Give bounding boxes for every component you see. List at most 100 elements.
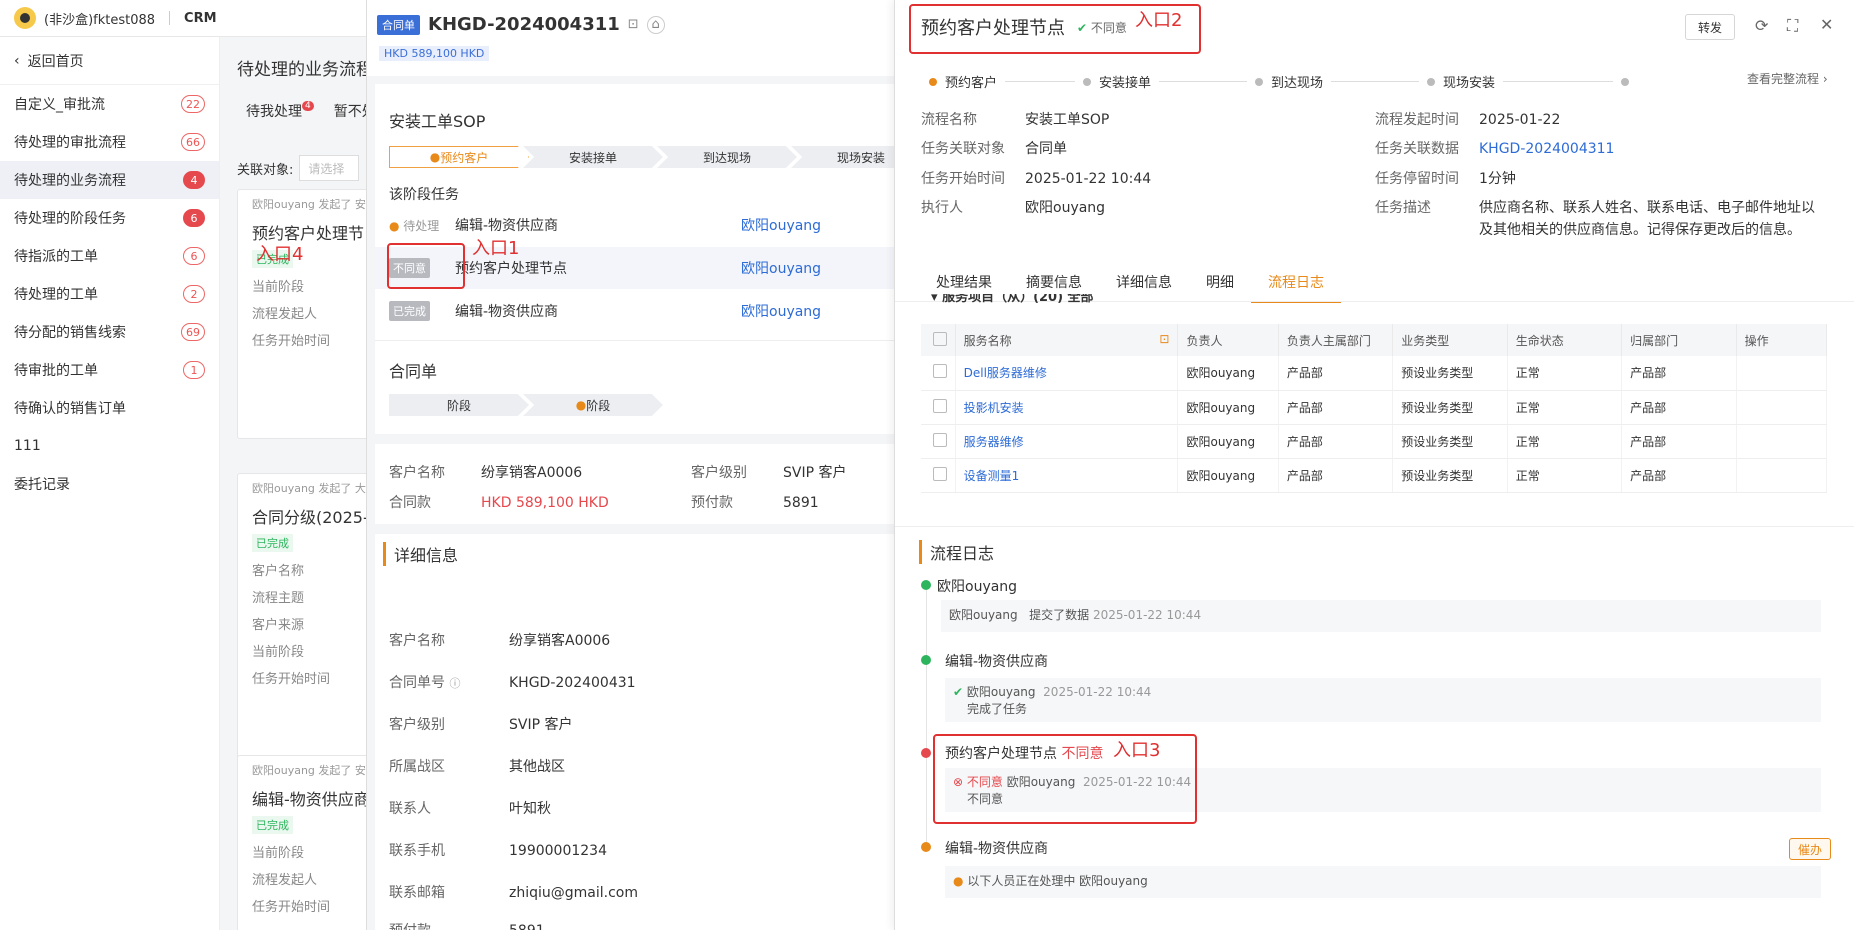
tab-items[interactable]: 明细 (1189, 265, 1251, 303)
divider (169, 11, 171, 25)
row-actions[interactable] (1736, 356, 1828, 391)
info-field: 客户级别 SVIP 客户 (691, 465, 847, 481)
sidebar-item[interactable]: 自定义_审批流 22 (0, 85, 219, 123)
table-cell: 产品部 (1278, 458, 1394, 493)
col-header[interactable]: 负责人 (1177, 324, 1279, 356)
table-cell: 产品部 (1621, 424, 1737, 459)
row-checkbox[interactable] (921, 458, 956, 493)
task-list-pane: 待处理的业务流程 待我处理 4 暂不处 关联对象: 请选择 欧阳ouyang 发起… (221, 37, 397, 930)
col-header[interactable]: 归属部门 (1621, 324, 1737, 356)
sidebar-item[interactable]: 委托记录 (0, 465, 219, 503)
sidebar-item-label: 待处理的业务流程 (14, 173, 126, 189)
table-cell: 正常 (1507, 424, 1623, 459)
row-actions[interactable] (1736, 458, 1828, 493)
row-checkbox[interactable] (921, 390, 956, 425)
node-field: 任务关联对象 合同单 (921, 141, 1067, 157)
back-home-link[interactable]: ‹ 返回首页 (0, 37, 219, 85)
annotation-entry-4: 入口4 (256, 244, 304, 265)
table-cell: 产品部 (1278, 390, 1394, 425)
col-header[interactable]: 服务名称 ⊡ (955, 324, 1179, 356)
tag-icon[interactable]: ⌂ (646, 15, 665, 34)
step-current[interactable]: ● 预约客户 (389, 146, 529, 168)
step-item[interactable]: 到达现场 (657, 146, 797, 168)
service-name-link[interactable]: Dell服务器维修 (955, 356, 1179, 391)
service-name-link[interactable]: 设备测量1 (955, 458, 1179, 493)
app-name[interactable]: CRM (184, 11, 217, 26)
col-header[interactable]: 负责人主属部门 (1278, 324, 1394, 356)
sidebar-item[interactable]: 待确认的销售订单 (0, 389, 219, 427)
row-actions[interactable] (1736, 424, 1828, 459)
sidebar-item[interactable]: 111 (0, 427, 219, 465)
tab-flow-log[interactable]: 流程日志 (1251, 265, 1341, 303)
step-item[interactable]: 安装接单 (523, 146, 663, 168)
sidebar-item[interactable]: 待处理的阶段任务 6 (0, 199, 219, 237)
service-items-table: 服务名称 ⊡ 负责人 负责人主属部门 业务类型 生命状态 归属部门 操作 Del… (921, 324, 1828, 493)
lock-icon[interactable]: ⊡ (628, 17, 639, 32)
reject-icon (921, 748, 931, 758)
detail-section: 详细信息 客户名称 纷享销客A0006 合同单号 ⓘ KHGD-202400431 … (375, 534, 895, 930)
task-owner-link[interactable]: 欧阳ouyang (741, 258, 821, 278)
log-node-title: 欧阳ouyang (937, 579, 1018, 595)
forward-button[interactable]: 转发 (1685, 14, 1735, 40)
table-row[interactable]: 服务器维修 欧阳ouyang 产品部 预设业务类型 正常 产品部 (921, 424, 1828, 459)
progress-dot (1255, 77, 1264, 86)
sidebar-item[interactable]: 待处理的审批流程 66 (0, 123, 219, 161)
node-field: 及其他相关的供应商信息。记得保存更改后的信息。 (1479, 222, 1801, 238)
detail-field: 联系手机 19900001234 (389, 843, 607, 859)
urge-button[interactable]: 催办 (1789, 838, 1831, 860)
contract-panel: 合同单 KHGD-2024004311 ⊡ ⌂ HKD 589,100 HKD … (366, 0, 931, 930)
progress-step[interactable]: 现场安装 (1443, 72, 1495, 91)
sidebar-item-label: 待处理的阶段任务 (14, 211, 126, 227)
count-badge: 69 (181, 323, 205, 341)
subsection-title: ▾ 服务项目（从）(20) 全部 (931, 294, 1094, 305)
row-actions[interactable] (1736, 390, 1828, 425)
col-header: 操作 (1736, 324, 1828, 356)
progress-step[interactable]: 安装接单 (1099, 72, 1151, 91)
related-data-link[interactable]: KHGD-2024004311 (1479, 141, 1614, 157)
task-row[interactable]: 已完成 编辑-物资供应商 欧阳ouyang (375, 290, 895, 332)
sidebar-item[interactable]: 待审批的工单 1 (0, 351, 219, 389)
step-item[interactable]: ● 阶段 (523, 394, 663, 416)
filter-select[interactable]: 请选择 (299, 155, 360, 181)
refresh-icon[interactable]: ⟳ (1755, 16, 1768, 35)
service-name-link[interactable]: 服务器维修 (955, 424, 1179, 459)
tab-my-tasks[interactable]: 待我处理 4 (246, 101, 314, 121)
table-cell: 欧阳ouyang (1177, 390, 1279, 425)
annotation-box-1 (387, 243, 465, 289)
progress-step[interactable]: 预约客户 (945, 72, 997, 91)
org-name[interactable]: (非沙盒)fktest088 (44, 9, 155, 28)
sidebar-item[interactable]: 待处理的业务流程 4 (0, 161, 219, 199)
node-field: 流程发起时间 2025-01-22 (1375, 112, 1561, 128)
row-checkbox[interactable] (921, 424, 956, 459)
full-flow-link[interactable]: 查看完整流程 › (1747, 70, 1828, 87)
detail-title: 详细信息 (383, 542, 458, 566)
close-icon[interactable]: ✕ (1820, 15, 1833, 34)
status-badge: 已完成 (252, 534, 293, 552)
task-owner-link[interactable]: 欧阳ouyang (741, 301, 821, 321)
help-icon: ⓘ (449, 677, 461, 690)
task-owner-link[interactable]: 欧阳ouyang (741, 215, 821, 235)
task-row[interactable]: ● 待处理 编辑-物资供应商 欧阳ouyang (375, 204, 895, 246)
divider (375, 340, 895, 341)
contract-stepbar: 阶段 ● 阶段 (389, 394, 663, 416)
tab-detail[interactable]: 详细信息 (1099, 265, 1189, 303)
sidebar-item[interactable]: 待处理的工单 2 (0, 275, 219, 313)
progress-dot (1427, 77, 1436, 86)
table-row[interactable]: Dell服务器维修 欧阳ouyang 产品部 预设业务类型 正常 产品部 (921, 356, 1828, 391)
step-item[interactable]: 阶段 (389, 394, 529, 416)
col-header[interactable]: 生命状态 (1507, 324, 1623, 356)
table-row[interactable]: 设备测量1 欧阳ouyang 产品部 预设业务类型 正常 产品部 (921, 458, 1828, 493)
table-row[interactable]: 投影机安装 欧阳ouyang 产品部 预设业务类型 正常 产品部 (921, 390, 1828, 425)
select-all-checkbox[interactable] (921, 324, 956, 356)
fullscreen-icon[interactable]: ⛶ (1787, 16, 1798, 36)
service-name-link[interactable]: 投影机安装 (955, 390, 1179, 425)
progress-step[interactable]: 到达现场 (1271, 72, 1323, 91)
log-node-title: 编辑-物资供应商 (945, 654, 1049, 670)
table-cell: 产品部 (1278, 424, 1394, 459)
row-checkbox[interactable] (921, 356, 956, 391)
back-home-label: 返回首页 (27, 53, 84, 70)
sidebar-item[interactable]: 待分配的销售线索 69 (0, 313, 219, 351)
table-cell: 产品部 (1621, 458, 1737, 493)
col-header[interactable]: 业务类型 (1392, 324, 1508, 356)
sidebar-item[interactable]: 待指派的工单 6 (0, 237, 219, 275)
